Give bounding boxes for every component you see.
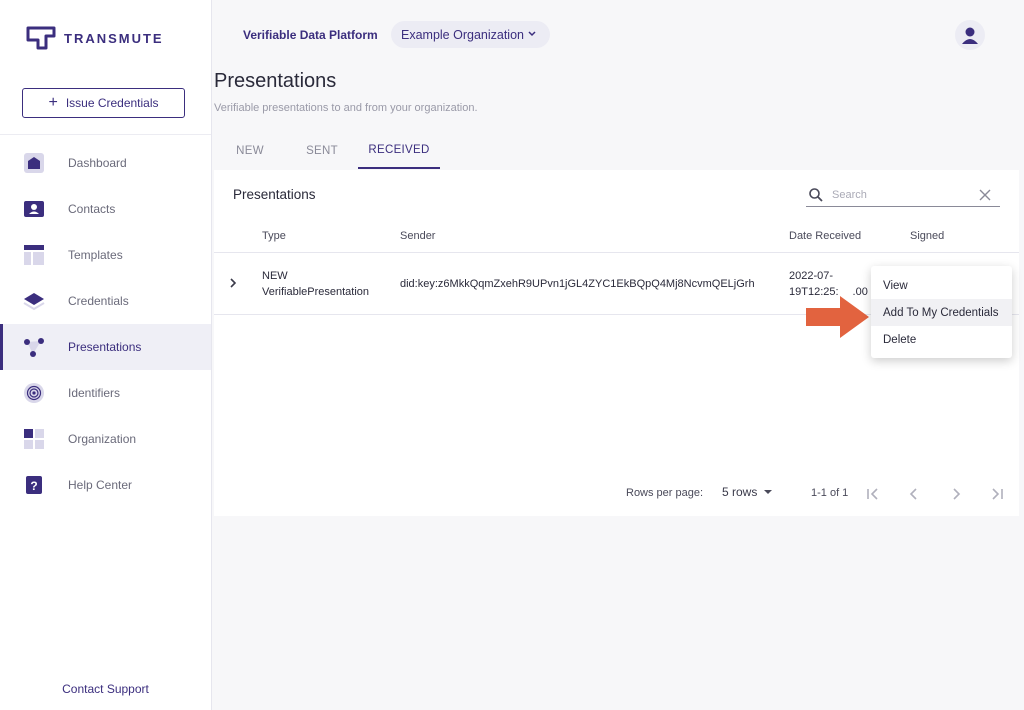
tab-sent[interactable]: SENT — [286, 132, 358, 169]
user-icon — [962, 27, 978, 44]
table-title: Presentations — [233, 187, 316, 202]
sidebar-item-presentations[interactable]: Presentations — [0, 324, 211, 370]
home-icon — [22, 151, 46, 175]
tab-received[interactable]: RECEIVED — [358, 132, 440, 169]
rows-per-page-value: 5 rows — [722, 485, 758, 499]
brand-logo[interactable]: TRANSMUTE — [26, 26, 164, 50]
presentation-nodes-icon — [22, 335, 46, 359]
date-part-1: 2022-07- — [789, 270, 834, 282]
credential-stack-icon — [22, 289, 46, 313]
column-header-signed[interactable]: Signed — [910, 230, 944, 242]
page-title: Presentations — [214, 70, 337, 92]
organization-select[interactable]: Example Organization — [391, 21, 550, 48]
platform-title[interactable]: Verifiable Data Platform — [243, 28, 378, 42]
sidebar-item-dashboard[interactable]: Dashboard — [0, 140, 211, 186]
search-field — [806, 184, 1000, 207]
cell-sender: did:key:z6MkkQqmZxehR9UPvn1jGL4ZYC1EkBQp… — [400, 278, 755, 290]
sidebar-item-label: Templates — [68, 248, 123, 262]
rows-per-page-select[interactable]: 5 rows — [722, 485, 773, 499]
cell-type: NEW VerifiablePresentation — [262, 268, 369, 300]
fingerprint-icon — [22, 381, 46, 405]
last-page-icon[interactable] — [988, 485, 1006, 503]
first-page-icon[interactable] — [864, 485, 882, 503]
clear-search-icon[interactable] — [978, 188, 992, 202]
plus-icon: + — [48, 94, 58, 111]
page-subtitle: Verifiable presentations to and from you… — [214, 102, 478, 114]
menu-item-add-to-my-credentials[interactable]: Add To My Credentials — [871, 299, 1012, 326]
table-pagination: Rows per page: 5 rows 1-1 of 1 — [214, 482, 1019, 506]
organization-grid-icon — [22, 427, 46, 451]
sidebar: TRANSMUTE + Issue Credentials Dashboard … — [0, 0, 212, 710]
sidebar-item-identifiers[interactable]: Identifiers — [0, 370, 211, 416]
issue-credentials-label: Issue Credentials — [65, 96, 159, 110]
transmute-logo-icon — [26, 26, 56, 50]
chevron-right-icon[interactable] — [226, 276, 240, 290]
brand-name: TRANSMUTE — [64, 30, 164, 46]
user-avatar[interactable] — [955, 20, 985, 50]
sidebar-item-label: Dashboard — [68, 156, 127, 170]
previous-page-icon[interactable] — [905, 485, 923, 503]
nav-divider — [0, 134, 211, 135]
type-name: VerifiablePresentation — [262, 286, 370, 298]
tab-new[interactable]: NEW — [214, 132, 286, 169]
table-header: Type Sender Date Received Signed — [214, 220, 1019, 253]
contact-card-icon — [22, 197, 46, 221]
menu-item-delete[interactable]: Delete — [871, 326, 1012, 353]
next-page-icon[interactable] — [947, 485, 965, 503]
search-icon — [809, 188, 823, 202]
pagination-range: 1-1 of 1 — [811, 487, 849, 499]
type-status: NEW — [262, 270, 288, 282]
help-icon: ? — [22, 473, 46, 497]
rows-per-page-label: Rows per page: — [626, 487, 704, 499]
column-header-date-received[interactable]: Date Received — [789, 230, 861, 242]
sidebar-nav: Dashboard Contacts Templates Credentials… — [0, 140, 211, 508]
search-input[interactable] — [832, 189, 972, 201]
sidebar-item-label: Credentials — [68, 294, 129, 308]
issue-credentials-button[interactable]: + Issue Credentials — [22, 88, 185, 118]
sidebar-item-label: Help Center — [68, 478, 133, 492]
template-icon — [22, 243, 46, 267]
sidebar-item-label: Contacts — [68, 202, 116, 216]
organization-name: Example Organization — [401, 27, 524, 42]
sidebar-item-label: Presentations — [68, 340, 142, 354]
caret-down-icon — [764, 490, 773, 494]
sidebar-item-contacts[interactable]: Contacts — [0, 186, 211, 232]
sidebar-item-organization[interactable]: Organization — [0, 416, 211, 462]
sidebar-item-help-center[interactable]: ? Help Center — [0, 462, 211, 508]
svg-text:?: ? — [30, 479, 37, 493]
annotation-arrow-icon — [806, 296, 869, 338]
sidebar-item-credentials[interactable]: Credentials — [0, 278, 211, 324]
sidebar-item-label: Identifiers — [68, 386, 121, 400]
sidebar-item-label: Organization — [68, 432, 137, 446]
presentation-tabs: NEW SENT RECEIVED — [214, 132, 440, 169]
row-context-menu: View Add To My Credentials Delete — [871, 266, 1012, 358]
sidebar-item-templates[interactable]: Templates — [0, 232, 211, 278]
contact-support-link[interactable]: Contact Support — [0, 682, 211, 696]
menu-item-view[interactable]: View — [871, 272, 1012, 299]
column-header-type[interactable]: Type — [262, 230, 286, 242]
chevron-down-icon — [528, 31, 536, 37]
column-header-sender[interactable]: Sender — [400, 230, 435, 242]
